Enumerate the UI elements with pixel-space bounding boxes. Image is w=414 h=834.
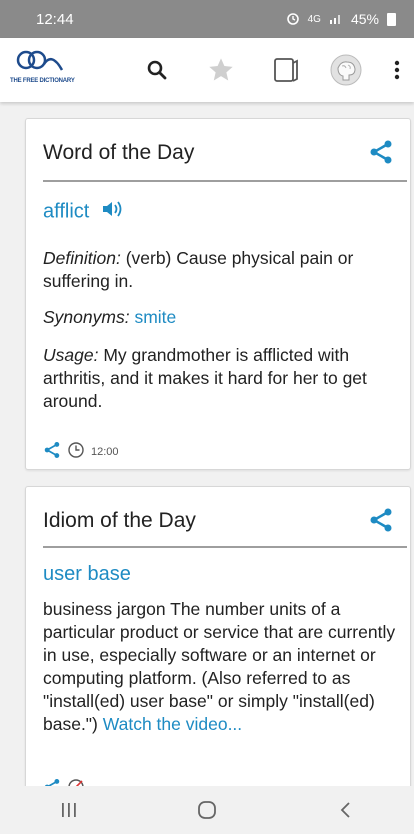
usage-text: Usage: My grandmother is afflicted with … <box>43 344 399 413</box>
synonyms-row: Synonyms: smite <box>43 306 399 329</box>
clock-icon[interactable] <box>67 441 85 462</box>
app-bar: THE FREE DICTIONARY <box>0 38 414 102</box>
synonyms-label: Synonyms: <box>43 307 130 327</box>
status-indicators: 4G 45% <box>286 11 396 28</box>
brain-icon[interactable] <box>328 52 364 88</box>
more-icon[interactable] <box>382 52 412 88</box>
reminder-time: 12:00 <box>91 445 119 458</box>
speaker-icon[interactable] <box>101 199 125 225</box>
share-icon[interactable] <box>368 507 394 533</box>
alarm-icon <box>286 11 300 28</box>
synonym-link[interactable]: smite <box>134 307 176 327</box>
reminder-off-icon[interactable] <box>67 778 85 786</box>
system-nav-bar <box>0 786 414 834</box>
app-logo[interactable]: THE FREE DICTIONARY <box>6 46 86 94</box>
home-button[interactable] <box>177 790 237 830</box>
network-label: 4G <box>307 13 321 25</box>
signal-icon <box>329 11 343 27</box>
word-card-footer: 12:00 <box>43 441 119 462</box>
status-time: 12:44 <box>36 10 74 28</box>
battery-icon <box>387 12 396 26</box>
word-link[interactable]: afflict <box>43 199 125 225</box>
logo-icon <box>16 50 64 71</box>
usage-label: Usage: <box>43 345 99 365</box>
battery-percent: 45% <box>350 11 379 27</box>
definition-label: Definition: <box>43 248 121 268</box>
bookmark-icon[interactable] <box>268 52 304 88</box>
logo-text: THE FREE DICTIONARY <box>10 78 75 84</box>
share-small-icon[interactable] <box>43 778 61 786</box>
back-button[interactable] <box>315 790 375 830</box>
word-text[interactable]: afflict <box>43 200 89 222</box>
idiom-card-footer <box>43 778 85 786</box>
status-bar: 12:44 4G 45% <box>0 0 414 38</box>
watch-video-link[interactable]: Watch the video... <box>103 714 242 734</box>
share-icon[interactable] <box>368 139 394 165</box>
share-small-icon[interactable] <box>43 441 61 462</box>
recent-apps-button[interactable] <box>39 790 99 830</box>
idiom-card-title: Idiom of the Day <box>43 509 196 532</box>
card-divider <box>43 546 407 548</box>
word-card-title: Word of the Day <box>43 141 195 164</box>
idiom-description: business jargon The number units of a pa… <box>43 598 399 736</box>
search-icon[interactable] <box>139 52 175 88</box>
card-divider <box>43 180 407 182</box>
word-of-the-day-card: Word of the Day afflict Definition: (ver… <box>25 118 411 470</box>
content-area[interactable]: Word of the Day afflict Definition: (ver… <box>0 102 414 786</box>
star-icon[interactable] <box>203 52 239 88</box>
definition-text: Definition: (verb) Cause physical pain o… <box>43 247 399 293</box>
idiom-of-the-day-card: Idiom of the Day user base business jarg… <box>25 486 411 786</box>
idiom-link[interactable]: user base <box>43 563 131 586</box>
